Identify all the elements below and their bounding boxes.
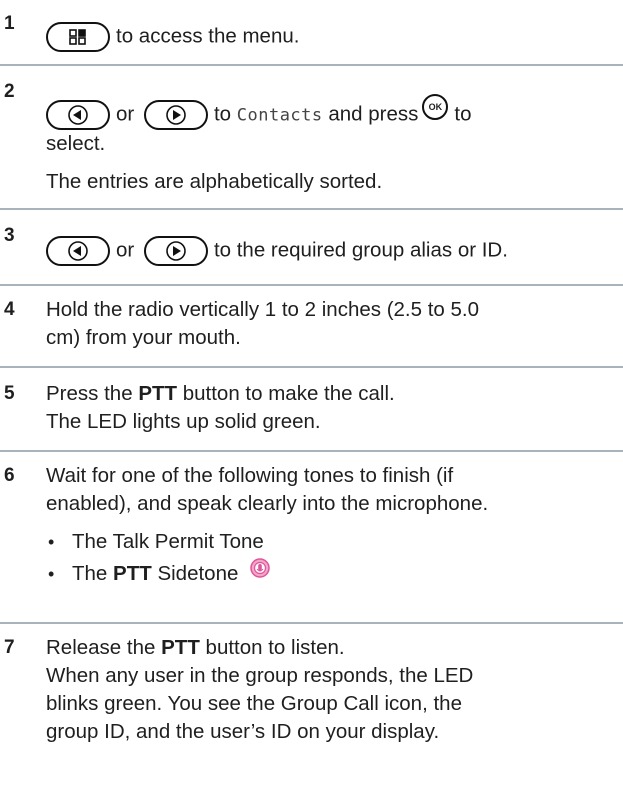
or-text: or bbox=[116, 238, 135, 262]
step-content: or to the required group alias or ID. bbox=[46, 236, 617, 266]
step-number: 5 bbox=[4, 383, 15, 404]
step-text: button to listen. bbox=[205, 636, 345, 659]
ok-key-icon: OK bbox=[422, 94, 449, 120]
step-number: 7 bbox=[4, 637, 15, 658]
to-text: to bbox=[213, 102, 232, 126]
right-arrow-key-icon bbox=[143, 100, 208, 130]
step-7: 7 Release the PTT button to listen. When… bbox=[0, 634, 623, 784]
ptt-label: PTT bbox=[138, 382, 178, 405]
step-text: group ID, and the user’s ID on your disp… bbox=[46, 720, 440, 743]
bullet-icon: • bbox=[48, 532, 55, 552]
sidetone-icon bbox=[250, 556, 270, 588]
step-text: Wait for one of the following tones to f… bbox=[46, 464, 454, 487]
step-6: 6 Wait for one of the following tones to… bbox=[0, 462, 623, 622]
step-content: Hold the radio vertically 1 to 2 inches … bbox=[46, 296, 617, 352]
step-1: 1 to access the menu. bbox=[0, 10, 623, 64]
ptt-label: PTT bbox=[161, 636, 200, 659]
step-number: 1 bbox=[4, 13, 15, 34]
step-5: 5 Press the PTT button to make the call.… bbox=[0, 380, 623, 450]
step-text: The LED lights up solid green. bbox=[46, 410, 321, 433]
step-3: 3 or to the required group alias or ID. bbox=[0, 222, 623, 282]
left-arrow-key-icon bbox=[46, 236, 110, 266]
list-item: • The Talk Permit Tone bbox=[46, 526, 617, 558]
divider bbox=[0, 208, 623, 210]
divider bbox=[0, 64, 623, 66]
divider bbox=[0, 284, 623, 286]
divider bbox=[0, 366, 623, 368]
step-content: Wait for one of the following tones to f… bbox=[46, 462, 617, 590]
step-text: Hold the radio vertically 1 to 2 inches … bbox=[46, 298, 480, 321]
step-content: Release the PTT button to listen. When a… bbox=[46, 634, 617, 746]
procedure-page: 1 to access the menu. 2 or to Contacts a… bbox=[0, 0, 623, 793]
step-text: Press the bbox=[46, 382, 133, 405]
or-text: or bbox=[116, 102, 135, 126]
step-text: enabled), and speak clearly into the mic… bbox=[46, 492, 489, 515]
step-text: When any user in the group responds, the… bbox=[46, 664, 474, 687]
step-number: 4 bbox=[4, 299, 15, 320]
press-text: and press bbox=[328, 102, 419, 126]
step-text: select. bbox=[46, 132, 106, 155]
bullet-icon: • bbox=[48, 564, 55, 584]
divider bbox=[0, 450, 623, 452]
step-text: blinks green. You see the Group Call ico… bbox=[46, 692, 462, 715]
step-content: or to Contacts and press OK to select. The… bbox=[46, 94, 617, 196]
step-content: to access the menu. bbox=[46, 22, 617, 52]
step-4: 4 Hold the radio vertically 1 to 2 inche… bbox=[0, 296, 623, 366]
divider bbox=[0, 622, 623, 624]
step-number: 3 bbox=[4, 225, 15, 246]
step-number: 6 bbox=[4, 465, 15, 486]
tone-list: • The Talk Permit Tone • The PTT Sideton… bbox=[46, 526, 617, 590]
step-text: Release the bbox=[46, 636, 156, 659]
step-content: Press the PTT button to make the call. T… bbox=[46, 380, 617, 436]
display-label-contacts: Contacts bbox=[236, 105, 323, 126]
step-text: to the required group alias or ID. bbox=[213, 238, 508, 262]
to-text: to bbox=[454, 102, 472, 126]
ptt-label: PTT bbox=[113, 562, 152, 585]
step-number: 2 bbox=[4, 81, 15, 102]
step-note: The entries are alphabetically sorted. bbox=[46, 170, 383, 193]
right-arrow-key-icon bbox=[143, 236, 208, 266]
left-arrow-key-icon bbox=[46, 100, 110, 130]
list-item: • The PTT Sidetone bbox=[46, 556, 617, 590]
step-2: 2 or to Contacts and press OK to select. T… bbox=[0, 78, 623, 208]
step-text: cm) from your mouth. bbox=[46, 326, 241, 349]
step-text: button to make the call. bbox=[182, 382, 395, 405]
step-text: to access the menu. bbox=[116, 24, 300, 48]
menu-grid-icon bbox=[46, 22, 110, 52]
